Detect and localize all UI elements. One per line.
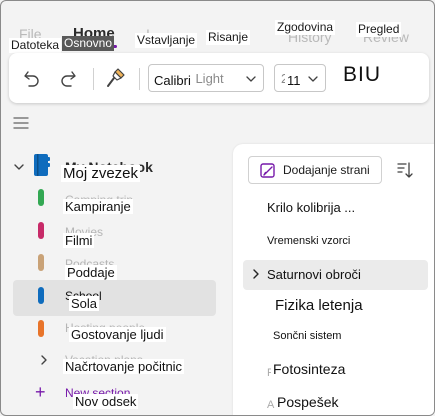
section-color-tab — [38, 189, 44, 206]
redo-icon — [61, 71, 76, 87]
redo-button[interactable] — [55, 65, 81, 91]
font-size-dropdown[interactable]: 20 11 — [274, 64, 326, 92]
tab-file[interactable]: Datoteka — [9, 38, 62, 53]
chevron-right-icon[interactable] — [251, 268, 261, 280]
page-ghost: A — [267, 399, 275, 411]
onenote-window: File Home I History Review Datoteka Osno… — [0, 0, 435, 416]
chevron-down-icon[interactable] — [13, 161, 25, 173]
new-section-button[interactable]: Nov odsek — [73, 394, 139, 409]
add-page-icon — [260, 163, 275, 178]
undo-icon — [24, 71, 39, 87]
hamburger-icon[interactable] — [13, 116, 29, 130]
ribbon-toolbar: Calibri Light Calibri 20 11 BIU — [9, 53, 429, 103]
plus-icon[interactable]: + — [35, 382, 46, 403]
add-page-label: Dodajanje strani — [283, 163, 370, 177]
chevron-down-icon — [246, 76, 256, 82]
sort-icon[interactable] — [396, 161, 414, 179]
section-group-vacation[interactable]: Načrtovanje počitnic — [63, 359, 185, 374]
section-item-movies[interactable]: Filmi — [63, 233, 95, 248]
chevron-down-icon — [308, 76, 318, 82]
section-color-tab — [38, 287, 44, 304]
ribbon-separator — [93, 68, 94, 90]
section-item-school[interactable]: Sola — [69, 296, 100, 311]
notebook-icon — [34, 154, 50, 176]
page-item[interactable]: Sončni sistem — [271, 330, 344, 342]
format-painter-button[interactable] — [103, 65, 129, 91]
section-item-hosting[interactable]: Gostovanje ljudi — [69, 327, 166, 342]
tab-review[interactable]: Pregled — [356, 22, 402, 37]
section-item-podcasts[interactable]: Poddaje — [65, 265, 117, 280]
tab-home[interactable]: Osnovno — [62, 36, 115, 51]
ribbon-separator — [139, 68, 140, 90]
section-color-tab — [38, 254, 44, 271]
section-item-camping[interactable]: Kampiranje — [63, 199, 133, 214]
chevron-right-icon[interactable] — [38, 354, 50, 366]
undo-button[interactable] — [19, 65, 45, 91]
tab-insert[interactable]: Vstavljanje — [135, 33, 198, 48]
page-item[interactable]: Krilo kolibrija ... — [265, 200, 358, 215]
add-page-button[interactable]: Dodajanje strani — [248, 156, 382, 184]
bold-italic-underline-buttons[interactable]: BIU — [343, 63, 381, 87]
font-family-dropdown[interactable]: Calibri Light Calibri — [148, 64, 264, 92]
tab-draw[interactable]: Risanje — [206, 30, 251, 45]
section-color-tab — [38, 222, 44, 239]
page-item[interactable]: Fizika letenja — [273, 297, 365, 314]
tab-history[interactable]: Zgodovina — [275, 20, 336, 35]
font-size-value: 11 — [285, 73, 303, 88]
page-item[interactable]: Saturnovi obroči — [265, 267, 363, 282]
format-painter-icon — [107, 68, 125, 87]
font-family-value: Calibri — [152, 73, 193, 88]
page-item[interactable]: Pospešek — [275, 394, 341, 410]
page-item[interactable]: Fotosinteza — [271, 361, 348, 377]
notebook-name[interactable]: Moj zvezek — [61, 165, 141, 182]
page-item[interactable]: Vremenski vzorci — [265, 235, 353, 247]
section-color-tab — [38, 320, 44, 337]
